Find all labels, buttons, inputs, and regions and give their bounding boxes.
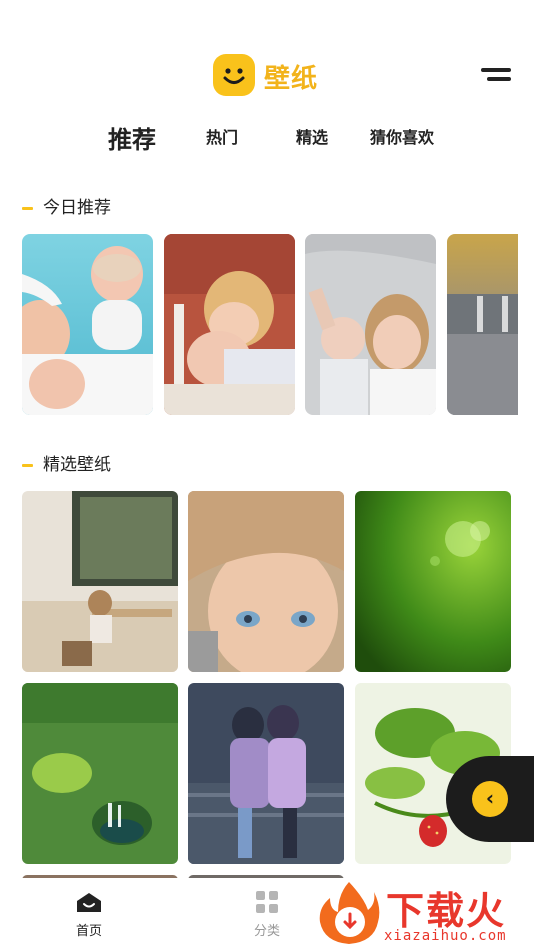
wallpaper-card[interactable] [447,234,518,415]
section-accent-bar [22,463,33,467]
wallpaper-card[interactable] [305,234,436,415]
nav-label-home: 首页 [75,924,102,939]
smiley-face-icon [213,54,255,96]
tab-hot[interactable]: 热门 [206,124,238,148]
grid-icon [256,891,278,913]
flame-icon [319,882,380,944]
app-title: 壁纸 [264,64,319,94]
menu-icon[interactable] [481,66,513,86]
home-icon [77,893,101,912]
wallpaper-card[interactable] [355,491,511,672]
section-title-featured: 精选壁纸 [22,450,111,475]
nav-item-home[interactable]: 首页 [59,890,119,939]
watermark-logo: 下载火 xiazaihuo.com [316,878,534,949]
today-carousel[interactable] [22,234,518,415]
app-header: 壁纸 [0,52,534,98]
watermark-text: 下载火 [386,889,507,933]
category-tabs: 推荐 热门 精选 猜你喜欢 [0,124,534,164]
wallpaper-card[interactable] [188,491,344,672]
wallpaper-card[interactable] [22,491,178,672]
tab-guess-you-like[interactable]: 猜你喜欢 [370,124,434,148]
wallpaper-card[interactable] [22,234,153,415]
section-title-today: 今日推荐 [22,193,111,218]
wallpaper-card[interactable] [22,683,178,864]
watermark-url: xiazaihuo.com [384,928,507,944]
tab-recommend[interactable]: 推荐 [108,120,156,155]
section-title-today-label: 今日推荐 [43,198,111,218]
tab-selected[interactable]: 精选 [296,124,328,148]
nav-label-category: 分类 [253,924,280,939]
wallpaper-card[interactable] [164,234,295,415]
nav-item-category[interactable]: 分类 [237,890,297,939]
section-accent-bar [22,206,33,210]
section-title-featured-label: 精选壁纸 [43,455,111,475]
wallpaper-card[interactable] [188,683,344,864]
chevron-left-icon[interactable]: ‹ [472,781,508,817]
